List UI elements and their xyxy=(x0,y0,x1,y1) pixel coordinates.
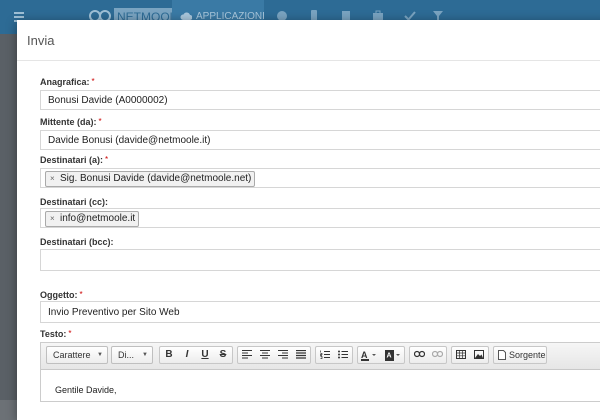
destinatari-a-input[interactable]: × Sig. Bonusi Davide (davide@netmoole.ne… xyxy=(40,168,600,188)
recipient-tag: × Sig. Bonusi Davide (davide@netmoole.ne… xyxy=(45,171,256,187)
source-label: Sorgente xyxy=(509,350,546,360)
required-marker: * xyxy=(68,329,72,338)
image-icon[interactable] xyxy=(470,347,488,363)
font-size-label: Di... xyxy=(118,350,135,360)
editor-content[interactable]: Gentile Davide, xyxy=(55,385,117,395)
destinatari-cc-input[interactable]: × info@netmoole.it xyxy=(40,208,600,228)
destinatari-cc-label: Destinatari (cc): xyxy=(40,197,109,207)
font-family-combo[interactable]: Carattere ▼ xyxy=(46,346,108,364)
oggetto-value: Invio Preventivo per Sito Web xyxy=(48,307,180,318)
source-button[interactable]: Sorgente xyxy=(493,346,547,364)
source-icon xyxy=(498,350,506,360)
background-color-button[interactable]: A xyxy=(382,347,406,363)
tag-remove-icon[interactable]: × xyxy=(50,172,55,186)
align-justify-icon[interactable] xyxy=(292,347,310,363)
destinatari-a-label: Destinatari (a): * xyxy=(40,155,109,165)
chevron-down-icon: ▼ xyxy=(142,352,148,358)
underline-button[interactable]: U xyxy=(196,347,214,363)
strike-button[interactable]: S xyxy=(214,347,232,363)
link-icon[interactable] xyxy=(410,347,428,363)
link-group xyxy=(409,346,447,364)
chevron-down-icon: ▼ xyxy=(97,352,103,358)
send-email-modal: Invia Anagrafica: * Bonusi Davide (A00000… xyxy=(17,20,600,420)
numbered-list-icon[interactable] xyxy=(316,347,334,363)
cc-tag: × info@netmoole.it xyxy=(45,211,140,227)
anagrafica-select[interactable]: Bonusi Davide (A0000002) xyxy=(40,90,600,110)
required-marker: * xyxy=(79,290,83,299)
font-size-combo[interactable]: Di... ▼ xyxy=(111,346,153,364)
required-marker: * xyxy=(91,77,95,86)
modal-title: Invia xyxy=(27,33,55,48)
testo-label: Testo: * xyxy=(40,329,72,339)
align-right-icon[interactable] xyxy=(274,347,292,363)
destinatari-bcc-label: Destinatari (bcc): xyxy=(40,237,114,247)
align-group xyxy=(237,346,311,364)
editor-toolbar: Carattere ▼ Di... ▼ B I U S A A Sorgente xyxy=(41,343,600,370)
anagrafica-label: Anagrafica: * xyxy=(40,77,95,87)
rich-text-editor: Carattere ▼ Di... ▼ B I U S A A Sorgente… xyxy=(40,342,600,402)
required-marker: * xyxy=(98,117,102,126)
mittente-label: Mittente (da): * xyxy=(40,117,102,127)
align-left-icon[interactable] xyxy=(238,347,256,363)
oggetto-input[interactable]: Invio Preventivo per Sito Web xyxy=(40,301,600,323)
font-family-label: Carattere xyxy=(53,350,91,360)
oggetto-label: Oggetto: * xyxy=(40,290,83,300)
tag-remove-icon[interactable]: × xyxy=(50,212,55,226)
modal-header: Invia xyxy=(17,20,600,61)
recipient-tag-label: Sig. Bonusi Davide (davide@netmoole.net) xyxy=(60,173,252,184)
color-group: A A xyxy=(357,346,405,364)
unlink-icon[interactable] xyxy=(428,347,446,363)
svg-text:A: A xyxy=(361,350,368,360)
required-marker: * xyxy=(105,155,109,164)
insert-group xyxy=(451,346,489,364)
bullet-list-icon[interactable] xyxy=(334,347,352,363)
svg-text:A: A xyxy=(387,353,392,360)
destinatari-bcc-input[interactable] xyxy=(40,249,600,271)
list-group xyxy=(315,346,353,364)
table-icon[interactable] xyxy=(452,347,470,363)
text-color-button[interactable]: A xyxy=(358,347,382,363)
anagrafica-value: Bonusi Davide (A0000002) xyxy=(48,95,168,106)
bold-button[interactable]: B xyxy=(160,347,178,363)
mittente-select[interactable]: Davide Bonusi (davide@netmoole.it) xyxy=(40,130,600,150)
text-style-group: B I U S xyxy=(159,346,233,364)
cc-tag-label: info@netmoole.it xyxy=(60,213,136,224)
mittente-value: Davide Bonusi (davide@netmoole.it) xyxy=(48,135,211,146)
align-center-icon[interactable] xyxy=(256,347,274,363)
italic-button[interactable]: I xyxy=(178,347,196,363)
